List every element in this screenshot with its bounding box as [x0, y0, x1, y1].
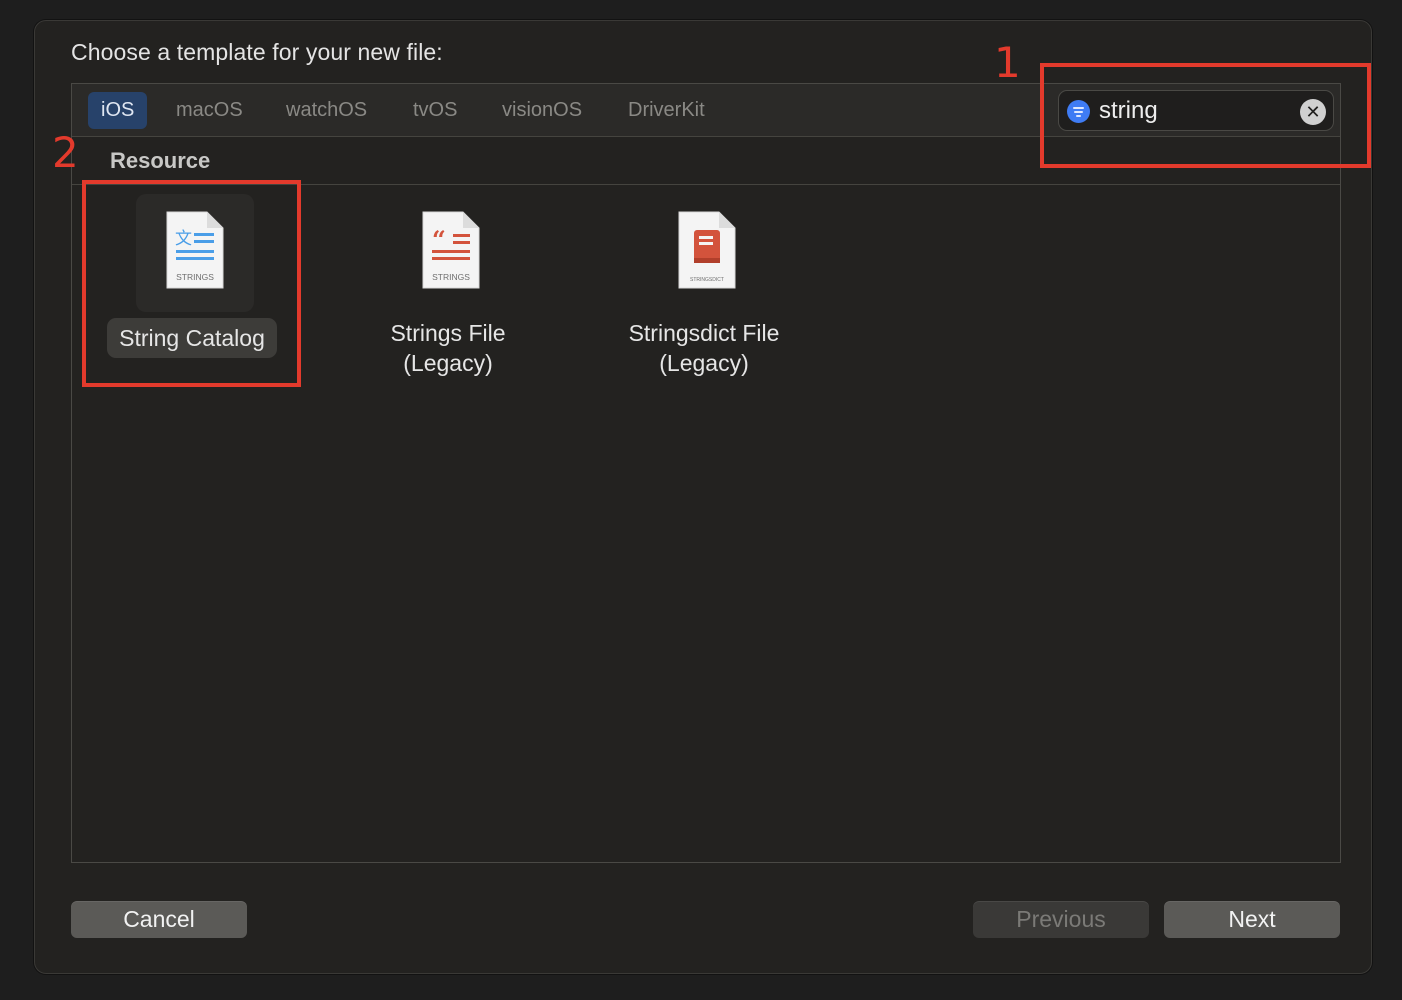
- tab-visionos[interactable]: visionOS: [489, 92, 595, 129]
- cancel-button[interactable]: Cancel: [71, 901, 247, 938]
- annotation-number-2: 2: [52, 128, 79, 177]
- template-label: Strings File (Legacy): [390, 320, 506, 376]
- strings-file-icon: “ STRINGS: [422, 211, 480, 289]
- tab-watchos[interactable]: watchOS: [273, 92, 380, 129]
- section-title-resource: Resource: [110, 148, 211, 173]
- template-stringsdict-file-legacy[interactable]: STRINGSDICT Stringsdict File (Legacy): [604, 194, 804, 424]
- stringsdict-file-icon: STRINGSDICT: [678, 211, 736, 289]
- template-strings-file-legacy[interactable]: “ STRINGS Strings File (Legacy): [348, 194, 548, 424]
- stringsdict-file-icon-caption: STRINGSDICT: [690, 277, 724, 283]
- strings-file-tile[interactable]: “ STRINGS: [392, 194, 510, 312]
- annotation-box-string-catalog: [82, 180, 301, 387]
- next-button[interactable]: Next: [1164, 901, 1340, 938]
- tab-tvos[interactable]: tvOS: [400, 92, 470, 129]
- annotation-number-1: 1: [994, 38, 1021, 87]
- annotation-box-search: [1040, 63, 1371, 168]
- dialog-title: Choose a template for your new file:: [71, 39, 443, 65]
- strings-file-icon-caption: STRINGS: [432, 272, 470, 282]
- tab-ios[interactable]: iOS: [88, 92, 148, 129]
- svg-text:“: “: [432, 225, 446, 254]
- tab-macos[interactable]: macOS: [163, 92, 256, 129]
- template-label: Stringsdict File (Legacy): [628, 320, 780, 376]
- tab-driverkit[interactable]: DriverKit: [615, 92, 718, 129]
- stringsdict-file-tile[interactable]: STRINGSDICT: [648, 194, 766, 312]
- previous-button[interactable]: Previous: [973, 901, 1149, 938]
